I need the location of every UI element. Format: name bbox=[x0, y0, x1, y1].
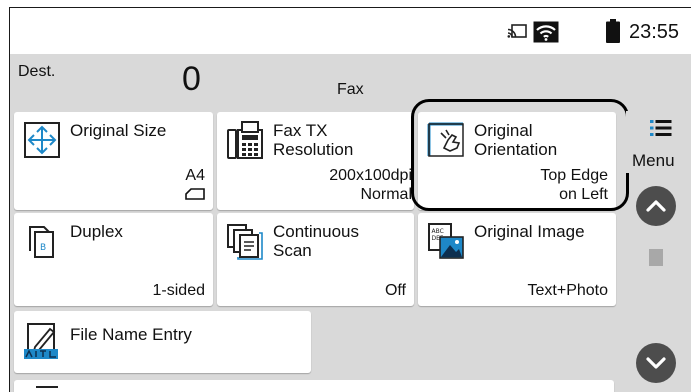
fax-tx-resolution-title: Fax TX Resolution bbox=[273, 121, 354, 159]
original-image-title: Original Image bbox=[474, 222, 585, 241]
destination-type: Fax bbox=[337, 81, 364, 98]
chevron-down-icon bbox=[646, 357, 666, 369]
fax-settings-screen: 23:55 Dest. 0 Fax Original Size A4 Fax T… bbox=[9, 7, 691, 392]
duplex-value: 1-sided bbox=[152, 282, 205, 299]
original-orientation-value: Top Edge on Left bbox=[540, 167, 608, 203]
fax-tx-resolution-tile[interactable]: Fax TX Resolution 200x100dpi Normal bbox=[217, 112, 414, 210]
original-size-value-text: A4 bbox=[185, 167, 205, 184]
status-bar: 23:55 bbox=[10, 8, 691, 54]
file-name-entry-icon bbox=[24, 323, 58, 359]
chevron-up-icon bbox=[646, 200, 666, 212]
battery-icon bbox=[606, 19, 620, 43]
menu-button[interactable]: Menu bbox=[626, 111, 691, 173]
scrollbar-thumb[interactable] bbox=[649, 249, 663, 266]
fax-machine-icon bbox=[227, 121, 263, 159]
original-image-value: Text+Photo bbox=[527, 282, 609, 299]
wifi-icon bbox=[533, 21, 559, 43]
next-row-tile-partial[interactable] bbox=[14, 380, 614, 392]
destination-count: 0 bbox=[182, 60, 201, 98]
original-size-value: A4 bbox=[182, 147, 205, 204]
hamburger-menu-icon bbox=[650, 120, 672, 136]
status-time: 23:55 bbox=[629, 21, 680, 43]
cast-icon bbox=[507, 24, 527, 38]
file-name-entry-tile[interactable]: File Name Entry bbox=[14, 311, 311, 373]
continuous-scan-value: Off bbox=[384, 282, 406, 299]
scroll-up-button[interactable] bbox=[636, 186, 676, 226]
original-size-title: Original Size bbox=[70, 121, 167, 140]
continuous-scan-title: Continuous Scan bbox=[273, 222, 360, 260]
original-orientation-title: Original Orientation bbox=[474, 121, 558, 159]
svg-text:B: B bbox=[40, 243, 46, 253]
svg-text:ABC: ABC bbox=[432, 228, 444, 235]
original-orientation-icon bbox=[427, 122, 464, 157]
landscape-paper-icon bbox=[185, 188, 205, 200]
continuous-scan-tile[interactable]: Continuous Scan Off bbox=[217, 213, 414, 306]
fax-tx-resolution-value: 200x100dpi Normal bbox=[329, 167, 412, 203]
file-name-entry-title: File Name Entry bbox=[70, 325, 192, 344]
menu-label: Menu bbox=[632, 151, 675, 170]
duplex-icon: B bbox=[29, 226, 54, 258]
original-size-icon bbox=[24, 122, 60, 158]
original-size-tile[interactable]: Original Size A4 bbox=[14, 112, 213, 210]
destination-bar[interactable]: Dest. 0 Fax bbox=[10, 54, 691, 108]
next-row-icon-partial bbox=[36, 386, 58, 388]
original-orientation-tile[interactable]: Original Orientation Top Edge on Left bbox=[418, 112, 616, 210]
continuous-scan-icon bbox=[227, 224, 263, 260]
original-image-icon: ABC DEF bbox=[428, 223, 464, 259]
original-image-tile[interactable]: ABC DEF Original Image Text+Photo bbox=[418, 213, 616, 306]
destination-label: Dest. bbox=[18, 63, 56, 80]
duplex-tile[interactable]: B Duplex 1-sided bbox=[14, 213, 213, 306]
scroll-down-button[interactable] bbox=[636, 343, 676, 383]
duplex-title: Duplex bbox=[70, 222, 123, 241]
